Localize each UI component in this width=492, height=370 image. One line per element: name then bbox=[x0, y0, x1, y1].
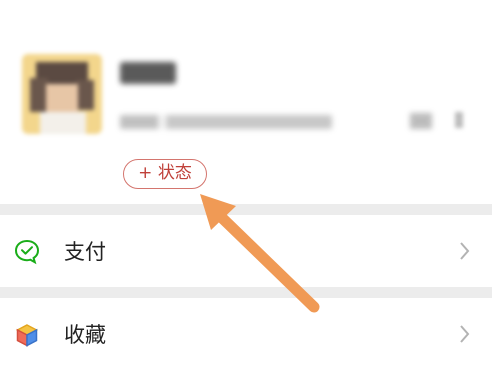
qr-code-icon[interactable] bbox=[410, 113, 432, 129]
menu-item-payment[interactable]: 支付 bbox=[0, 215, 492, 287]
menu-item-label: 收藏 bbox=[64, 323, 106, 347]
chevron-right-icon bbox=[460, 325, 470, 343]
section-divider bbox=[0, 287, 492, 298]
profile-header[interactable]: + 状态 bbox=[0, 0, 492, 204]
favorites-cube-icon bbox=[15, 324, 39, 347]
avatar[interactable] bbox=[22, 54, 102, 134]
chevron-right-icon bbox=[460, 242, 470, 260]
profile-chevron-icon[interactable] bbox=[455, 112, 463, 128]
menu-item-label: 支付 bbox=[64, 240, 106, 264]
wechat-id-blurred bbox=[120, 115, 332, 129]
nickname-blurred bbox=[120, 62, 176, 84]
add-status-button[interactable]: + 状态 bbox=[123, 159, 207, 189]
payment-icon bbox=[14, 239, 40, 265]
menu-item-favorites[interactable]: 收藏 bbox=[0, 298, 492, 370]
section-divider bbox=[0, 204, 492, 215]
